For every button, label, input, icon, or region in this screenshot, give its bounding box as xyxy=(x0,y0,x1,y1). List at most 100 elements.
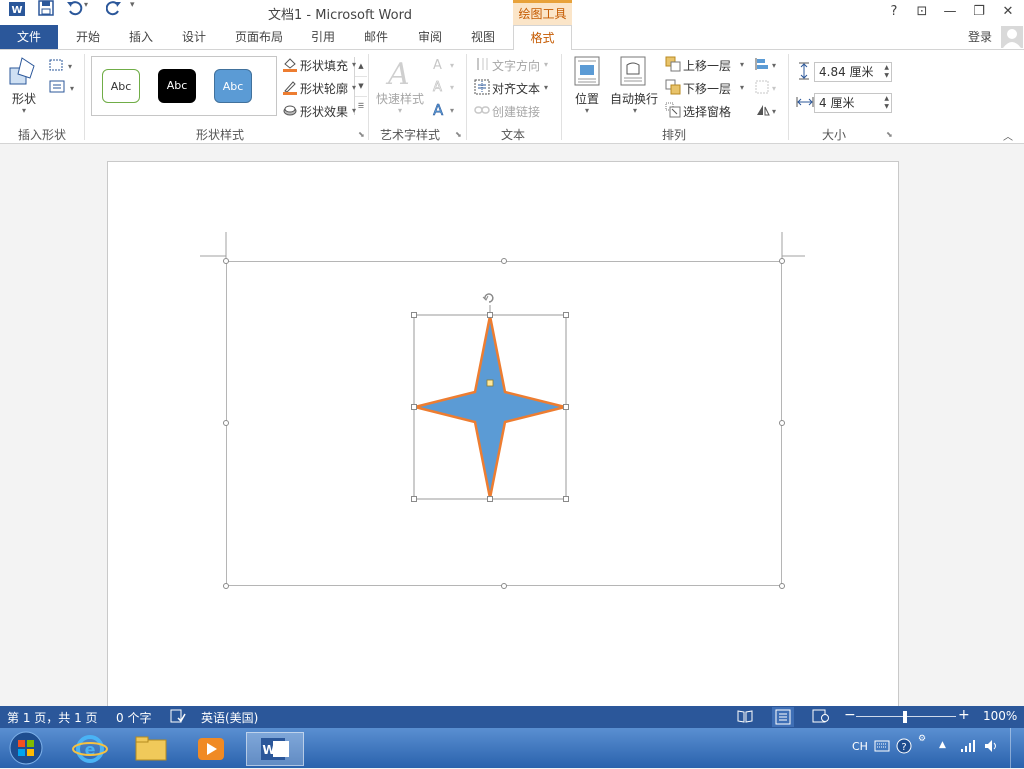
shape-handle[interactable] xyxy=(487,496,493,502)
close-button[interactable]: ✕ xyxy=(996,2,1020,22)
keyboard-icon[interactable] xyxy=(874,740,890,755)
shape-style-swatch-outline[interactable]: Abc xyxy=(102,69,140,103)
web-layout-icon[interactable] xyxy=(812,709,830,726)
network-icon[interactable] xyxy=(960,739,976,756)
wrap-text-dropdown-icon[interactable]: ▾ xyxy=(633,106,637,115)
tab-file[interactable]: 文件 xyxy=(0,25,58,49)
bring-forward-icon[interactable] xyxy=(665,56,681,75)
canvas-handle[interactable] xyxy=(223,583,229,589)
align-text-icon[interactable] xyxy=(474,79,490,98)
shapes-button[interactable]: 形状 xyxy=(12,90,36,107)
send-backward-button[interactable]: 下移一层 xyxy=(683,80,731,97)
four-point-star-shape[interactable] xyxy=(404,286,580,510)
shape-outline-button[interactable]: 形状轮廓 xyxy=(300,80,348,97)
align-text-button[interactable]: 对齐文本 xyxy=(492,80,540,97)
shape-fill-icon[interactable] xyxy=(282,56,298,75)
shape-handle[interactable] xyxy=(563,404,569,410)
tab-mailings[interactable]: 邮件 xyxy=(354,25,398,49)
zoom-out-button[interactable]: − xyxy=(844,707,856,723)
zoom-level[interactable]: 100% xyxy=(983,709,1017,723)
tab-page-layout[interactable]: 页面布局 xyxy=(226,25,292,49)
wrap-text-icon[interactable] xyxy=(620,56,646,89)
canvas-handle[interactable] xyxy=(501,583,507,589)
help-button[interactable]: ? xyxy=(882,2,906,22)
position-dropdown-icon[interactable]: ▾ xyxy=(585,106,589,115)
canvas-handle[interactable] xyxy=(501,258,507,264)
shape-effects-dropdown-icon[interactable]: ▾ xyxy=(352,106,356,115)
gallery-down-icon[interactable]: ▼ xyxy=(355,77,367,97)
canvas-handle[interactable] xyxy=(223,258,229,264)
shape-style-gallery[interactable]: Abc Abc Abc ▲ ▼ ☰ xyxy=(91,56,367,116)
sign-in-link[interactable]: 登录 xyxy=(968,28,992,45)
media-player-icon[interactable] xyxy=(184,732,238,766)
draw-text-box-icon[interactable]: ▾ xyxy=(48,80,78,97)
shapes-dropdown-icon[interactable]: ▾ xyxy=(22,106,26,115)
gallery-more-icon[interactable]: ☰ xyxy=(355,97,367,116)
shape-effects-button[interactable]: 形状效果 xyxy=(300,103,348,120)
edit-shape-icon[interactable]: ▾ xyxy=(48,58,74,75)
word-count[interactable]: 0 个字 xyxy=(116,709,151,726)
ribbon-display-options-button[interactable]: ⊡ xyxy=(910,2,934,22)
ime-options-icon[interactable]: ⚙ xyxy=(918,734,926,744)
help-circle-icon[interactable]: ? xyxy=(896,738,912,757)
tab-view[interactable]: 视图 xyxy=(460,25,506,49)
volume-icon[interactable] xyxy=(984,739,1000,756)
avatar[interactable] xyxy=(1001,26,1023,48)
shape-handle[interactable] xyxy=(487,312,493,318)
read-mode-icon[interactable] xyxy=(737,709,753,726)
wrap-text-button[interactable]: 自动换行 xyxy=(610,90,658,107)
shape-width-input[interactable]: 4 厘米 ▲ ▼ xyxy=(814,93,892,113)
selection-pane-icon[interactable] xyxy=(665,102,681,121)
align-text-dropdown-icon[interactable]: ▾ xyxy=(544,83,548,92)
shape-handle[interactable] xyxy=(411,404,417,410)
shape-handle[interactable] xyxy=(563,312,569,318)
selection-pane-button[interactable]: 选择窗格 xyxy=(683,103,731,120)
canvas-handle[interactable] xyxy=(223,420,229,426)
shape-outline-dropdown-icon[interactable]: ▾ xyxy=(352,83,356,92)
tab-references[interactable]: 引用 xyxy=(301,25,345,49)
print-layout-icon[interactable] xyxy=(772,707,794,727)
position-button[interactable]: 位置 xyxy=(575,90,599,107)
zoom-slider-thumb[interactable] xyxy=(903,711,907,723)
file-explorer-icon[interactable] xyxy=(124,732,178,766)
shape-handle[interactable] xyxy=(411,496,417,502)
shapes-gallery-icon[interactable] xyxy=(8,56,40,91)
gallery-up-icon[interactable]: ▲ xyxy=(355,57,367,77)
page-count[interactable]: 第 1 页，共 1 页 xyxy=(7,709,98,726)
canvas-handle[interactable] xyxy=(779,420,785,426)
tab-insert[interactable]: 插入 xyxy=(118,25,164,49)
shape-handle[interactable] xyxy=(411,312,417,318)
proofing-icon[interactable] xyxy=(170,709,186,726)
shape-style-swatch-blue[interactable]: Abc xyxy=(214,69,252,103)
tab-design[interactable]: 设计 xyxy=(171,25,217,49)
shape-outline-icon[interactable] xyxy=(282,79,298,98)
shape-fill-dropdown-icon[interactable]: ▾ xyxy=(352,60,356,69)
wordart-launcher-icon[interactable]: ⬊ xyxy=(455,130,462,139)
bring-forward-dropdown-icon[interactable]: ▾ xyxy=(740,60,744,69)
shape-styles-launcher-icon[interactable]: ⬊ xyxy=(358,130,365,139)
align-objects-icon[interactable]: ▾ xyxy=(754,57,780,74)
start-button-icon[interactable] xyxy=(6,730,46,769)
tab-format[interactable]: 格式 xyxy=(513,25,572,50)
internet-explorer-icon[interactable]: e xyxy=(63,732,117,766)
restore-button[interactable]: ❐ xyxy=(967,2,991,22)
word-taskbar-icon[interactable]: W xyxy=(246,732,304,766)
zoom-in-button[interactable]: + xyxy=(958,707,970,723)
rotate-icon[interactable]: ▾ xyxy=(754,103,780,120)
input-language[interactable]: CH xyxy=(852,740,868,753)
show-hidden-icons[interactable]: ▲ xyxy=(939,740,946,750)
tab-home[interactable]: 开始 xyxy=(65,25,111,49)
position-icon[interactable] xyxy=(574,56,600,89)
canvas-handle[interactable] xyxy=(779,583,785,589)
shape-handle[interactable] xyxy=(563,496,569,502)
bring-forward-button[interactable]: 上移一层 xyxy=(683,57,731,74)
send-backward-dropdown-icon[interactable]: ▾ xyxy=(740,83,744,92)
rotate-handle-icon[interactable] xyxy=(482,291,496,308)
shape-effects-icon[interactable] xyxy=(282,102,298,121)
height-spinner-icon[interactable]: ▲ ▼ xyxy=(884,64,889,80)
language-indicator[interactable]: 英语(美国) xyxy=(201,709,258,726)
shape-style-swatch-dark[interactable]: Abc xyxy=(158,69,196,103)
minimize-button[interactable]: — xyxy=(938,2,962,22)
collapse-ribbon-icon[interactable]: ︿ xyxy=(1003,128,1013,143)
shape-fill-button[interactable]: 形状填充 xyxy=(300,57,348,74)
